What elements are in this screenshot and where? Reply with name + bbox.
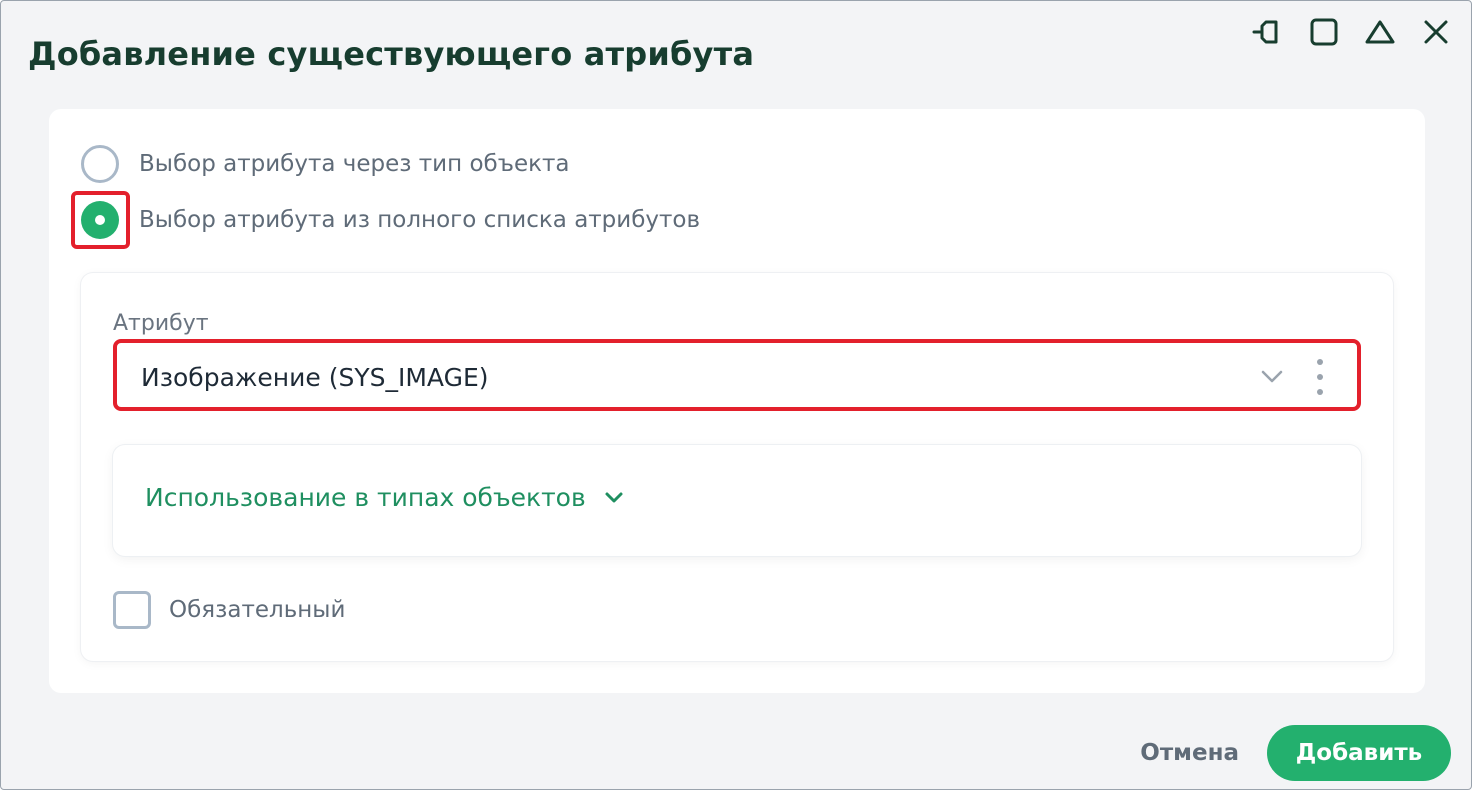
attribute-settings-card: Атрибут Изображение (SYS_IMAGE) Использо… [81,273,1393,661]
radio-button-unchecked[interactable] [81,145,119,183]
more-vertical-icon[interactable] [1311,359,1329,395]
add-attribute-dialog: Добавление существующего атрибута Выбор … [0,0,1472,790]
attribute-field-label: Атрибут [113,311,209,336]
pin-button[interactable] [1251,15,1285,49]
chevron-down-icon [605,492,623,502]
radio-option-by-object-type[interactable]: Выбор атрибута через тип объекта [81,145,570,183]
radio-option-full-list[interactable]: Выбор атрибута из полного списка атрибут… [71,191,701,249]
collapse-button[interactable] [1363,15,1397,49]
add-button[interactable]: Добавить [1267,725,1451,781]
dialog-footer: Отмена Добавить [1140,725,1451,781]
close-icon [1424,20,1448,44]
close-button[interactable] [1419,15,1453,49]
usage-label: Использование в типах объектов [145,483,586,512]
collapse-icon [1365,20,1395,44]
attribute-select-value: Изображение (SYS_IMAGE) [141,363,489,392]
radio-label-by-object-type: Выбор атрибута через тип объекта [139,151,570,177]
cancel-button[interactable]: Отмена [1140,740,1239,766]
window-controls [1251,15,1453,49]
dialog-title: Добавление существующего атрибута [28,35,755,73]
dialog-content-card: Выбор атрибута через тип объекта Выбор а… [49,109,1425,693]
pin-icon [1252,20,1278,44]
radio-label-full-list: Выбор атрибута из полного списка атрибут… [139,207,701,233]
required-checkbox-row[interactable]: Обязательный [113,591,345,629]
usage-expand-toggle[interactable]: Использование в типах объектов [145,483,626,512]
usage-in-object-types-panel: Использование в типах объектов [113,445,1361,556]
required-checkbox[interactable] [113,591,151,629]
maximize-button[interactable] [1307,15,1341,49]
required-checkbox-label: Обязательный [169,597,346,623]
radio-button-checked[interactable] [81,201,119,239]
chevron-down-icon[interactable] [1259,363,1285,389]
maximize-icon [1310,18,1338,46]
attribute-select[interactable]: Изображение (SYS_IMAGE) [113,339,1361,411]
